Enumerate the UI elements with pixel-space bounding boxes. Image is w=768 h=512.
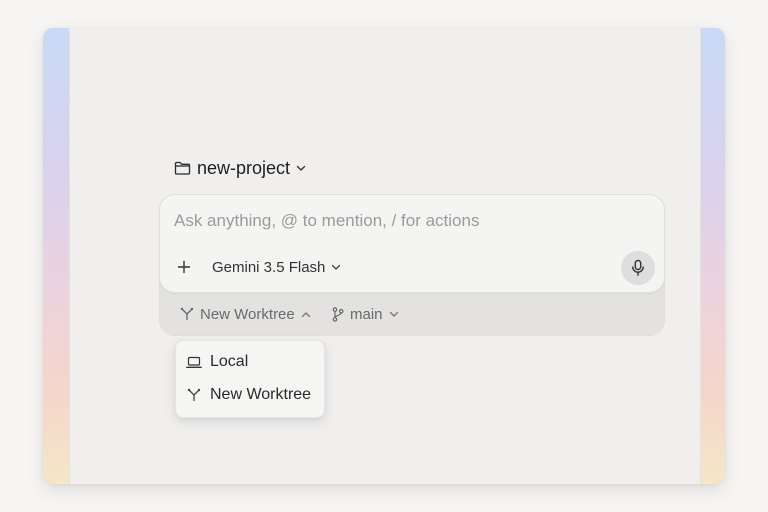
left-gradient-edge [43,28,69,484]
laptop-icon [186,356,202,369]
mic-button[interactable] [621,251,655,285]
branch-label: main [350,305,383,323]
branch-selector[interactable]: main [332,304,399,324]
chevron-up-icon [301,311,311,318]
chevron-down-icon [389,311,399,318]
chevron-down-icon [331,264,341,271]
git-branch-icon [332,306,344,322]
worktree-icon [180,307,194,321]
project-selector[interactable]: new-project [174,156,306,180]
add-button[interactable] [174,257,194,277]
plus-icon [177,260,191,274]
worktree-dropdown-menu: Local New Worktree [175,340,325,418]
project-name: new-project [197,157,291,178]
prompt-input[interactable] [174,211,614,231]
model-label: Gemini 3.5 Flash [212,258,326,276]
composer-panel: Gemini 3.5 Flash [159,194,665,336]
main-canvas: new-project G [69,28,701,484]
folder-icon [174,161,191,175]
menu-item-label: Local [210,353,249,370]
chevron-down-icon [296,165,306,172]
worktree-icon [186,388,202,402]
worktree-label: New Worktree [200,305,295,323]
right-gradient-edge [699,28,725,484]
microphone-icon [631,259,645,277]
menu-item-local[interactable]: Local [186,351,318,373]
app-window: new-project G [43,28,725,484]
worktree-selector[interactable]: New Worktree [180,304,311,324]
menu-item-label: New Worktree [210,386,312,403]
composer-box: Gemini 3.5 Flash [159,194,665,293]
menu-item-new-worktree[interactable]: New Worktree [186,384,318,406]
model-selector[interactable]: Gemini 3.5 Flash [212,257,341,277]
